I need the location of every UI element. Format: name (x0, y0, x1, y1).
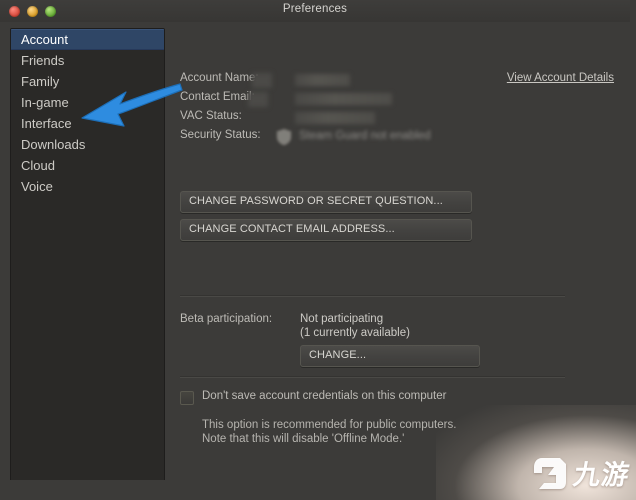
preferences-window: Preferences Account Friends Family In-ga… (0, 0, 630, 480)
contact-email-label-blur (248, 92, 268, 107)
change-beta-button[interactable]: CHANGE... (300, 345, 480, 367)
view-account-details-link[interactable]: View Account Details (507, 72, 614, 84)
change-password-button[interactable]: CHANGE PASSWORD OR SECRET QUESTION... (180, 191, 472, 213)
security-status-label: Security Status: (180, 129, 261, 141)
beta-available-count: (1 currently available) (300, 327, 410, 339)
credentials-help-line-1: This option is recommended for public co… (202, 419, 457, 431)
sidebar-item-downloads[interactable]: Downloads (11, 134, 164, 155)
desktop-background: Preferences Account Friends Family In-ga… (0, 0, 636, 500)
dont-save-credentials-label: Don't save account credentials on this c… (202, 390, 447, 402)
separator-beta (180, 295, 565, 297)
account-name-label-blur (252, 73, 272, 88)
sidebar-item-friends[interactable]: Friends (11, 50, 164, 71)
sidebar-item-family[interactable]: Family (11, 71, 164, 92)
credentials-help-line-2: Note that this will disable 'Offline Mod… (202, 433, 405, 445)
sidebar-item-in-game[interactable]: In-game (11, 92, 164, 113)
vac-status-value-redacted (295, 112, 375, 124)
account-settings-panel: Account Name: Contact Email: VAC Status:… (170, 28, 622, 480)
sidebar-item-account[interactable]: Account (11, 29, 164, 50)
shield-icon (276, 128, 292, 146)
vac-status-label: VAC Status: (180, 110, 242, 122)
account-name-value-redacted (295, 74, 350, 86)
beta-participation-label: Beta participation: (180, 313, 273, 325)
contact-email-value-redacted (295, 93, 392, 105)
window-body: Account Friends Family In-game Interface… (0, 22, 630, 480)
account-name-label: Account Name: (180, 72, 259, 84)
steam-guard-status-text: Steam Guard not enabled (299, 130, 431, 142)
window-titlebar: Preferences (0, 0, 630, 23)
sidebar-item-cloud[interactable]: Cloud (11, 155, 164, 176)
contact-email-label: Contact Email: (180, 91, 255, 103)
window-title: Preferences (282, 3, 348, 15)
dont-save-credentials-checkbox[interactable] (180, 391, 194, 405)
preferences-sidebar[interactable]: Account Friends Family In-game Interface… (10, 28, 165, 480)
sidebar-item-interface[interactable]: Interface (11, 113, 164, 134)
separator-credentials (180, 376, 565, 378)
change-contact-email-button[interactable]: CHANGE CONTACT EMAIL ADDRESS... (180, 219, 472, 241)
sidebar-item-voice[interactable]: Voice (11, 176, 164, 197)
beta-participation-status: Not participating (300, 313, 384, 325)
